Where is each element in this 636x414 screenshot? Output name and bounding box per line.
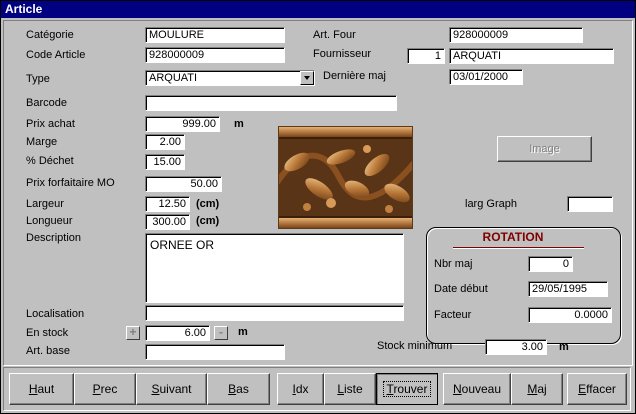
en-stock-unit: m: [238, 326, 248, 338]
en-stock-field[interactable]: 6.00: [145, 325, 210, 341]
marge-label: Marge: [26, 136, 58, 148]
minus-icon: -: [219, 325, 223, 339]
window-title: Article: [1, 1, 635, 18]
fournisseur-name-field[interactable]: ARQUATI: [449, 48, 614, 64]
type-combo-value: ARQUATI: [149, 72, 198, 84]
marge-field[interactable]: 2.00: [145, 134, 185, 150]
largeur-field[interactable]: 12.50: [145, 196, 190, 212]
prix-achat-label: Prix achat: [26, 118, 75, 130]
haut-button[interactable]: Haut: [9, 373, 74, 405]
largeur-unit: (cm): [196, 198, 220, 210]
larg-graph-label: larg Graph: [465, 198, 517, 210]
article-window: Article Catégorie Code Article Type Barc…: [0, 0, 636, 414]
localisation-field[interactable]: [145, 305, 404, 321]
categorie-label: Catégorie: [26, 29, 74, 41]
prix-achat-unit: m: [234, 118, 244, 130]
code-article-field[interactable]: 928000009: [145, 47, 285, 63]
description-label: Description: [26, 232, 82, 244]
trouver-button[interactable]: Trouver: [376, 373, 438, 405]
suivant-button[interactable]: Suivant: [136, 373, 207, 405]
stock-decrement-button[interactable]: -: [214, 326, 228, 340]
prix-forfaitaire-field[interactable]: 50.00: [145, 176, 222, 192]
barcode-label: Barcode: [26, 97, 67, 109]
nbr-maj-label: Nbr maj: [434, 258, 473, 270]
article-image: [278, 126, 413, 229]
art-base-field[interactable]: [145, 344, 285, 360]
facteur-field[interactable]: 0.0000: [528, 307, 612, 323]
categorie-field[interactable]: MOULURE: [145, 27, 285, 43]
stock-increment-button[interactable]: +: [126, 326, 140, 340]
stock-minimum-field[interactable]: 3.00: [485, 339, 547, 355]
type-combo-dropdown-button[interactable]: [300, 71, 314, 85]
largeur-label: Largeur: [26, 198, 64, 210]
type-label: Type: [26, 73, 50, 85]
ornate-moulding-picture: [279, 127, 412, 228]
rotation-title-rule: [453, 247, 584, 249]
plus-icon: +: [129, 325, 137, 339]
derniere-maj-field[interactable]: 03/01/2000: [449, 69, 523, 85]
en-stock-label: En stock: [26, 327, 69, 339]
prix-forfaitaire-label: Prix forfaitaire MO: [26, 177, 115, 189]
rotation-title: ROTATION: [482, 230, 544, 244]
description-field[interactable]: ORNEE OR: [145, 233, 404, 303]
art-base-label: Art. base: [26, 345, 71, 357]
prix-achat-field[interactable]: 999.00: [145, 116, 220, 132]
longueur-field[interactable]: 300.00: [145, 214, 190, 230]
derniere-maj-label: Dernière maj: [323, 70, 386, 82]
bas-button[interactable]: Bas: [207, 373, 270, 405]
larg-graph-field[interactable]: [567, 196, 613, 212]
art-four-field[interactable]: 928000009: [449, 27, 583, 43]
image-button[interactable]: Image: [497, 136, 592, 162]
longueur-label: Longueur: [26, 215, 73, 227]
localisation-label: Localisation: [26, 308, 85, 320]
focus-rect: Trouver: [382, 381, 432, 397]
nbr-maj-field[interactable]: 0: [528, 256, 573, 272]
dechet-label: % Déchet: [26, 155, 74, 167]
liste-button[interactable]: Liste: [324, 373, 376, 405]
prec-button[interactable]: Prec: [74, 373, 136, 405]
art-four-label: Art. Four: [313, 29, 356, 41]
date-debut-label: Date début: [434, 283, 488, 295]
stock-minimum-label: Stock minimum: [377, 340, 453, 352]
idx-button[interactable]: Idx: [277, 373, 324, 405]
barcode-field[interactable]: [145, 95, 397, 111]
fournisseur-label: Fournisseur: [313, 48, 372, 60]
facteur-label: Facteur: [434, 309, 472, 321]
type-combo[interactable]: ARQUATI: [145, 70, 315, 86]
dechet-field[interactable]: 15.00: [145, 154, 185, 170]
maj-button[interactable]: Maj: [511, 373, 563, 405]
effacer-button[interactable]: Effacer: [567, 373, 627, 405]
date-debut-field[interactable]: 29/05/1995: [528, 281, 608, 297]
fournisseur-number-field[interactable]: 1: [407, 48, 445, 64]
stock-minimum-unit: m: [559, 341, 569, 353]
nouveau-button[interactable]: Nouveau: [443, 373, 511, 405]
code-article-label: Code Article: [26, 49, 86, 61]
longueur-unit: (cm): [196, 215, 220, 227]
